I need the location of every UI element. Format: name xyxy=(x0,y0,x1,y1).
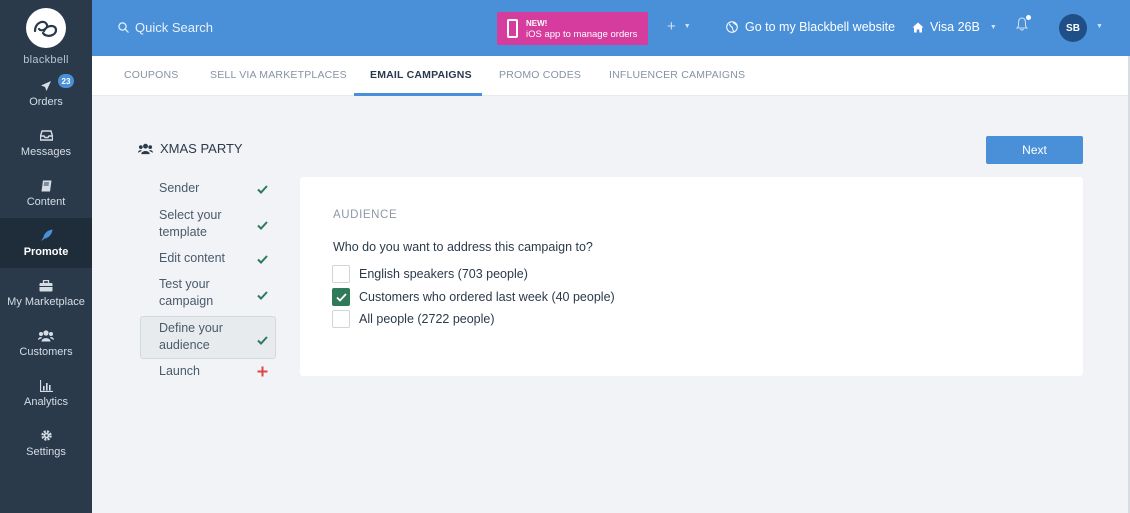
tab-sell-via-marketplaces[interactable]: SELL VIA MARKETPLACES xyxy=(210,69,347,81)
sidebar: blackbell Orders 23 Messages Content Pro… xyxy=(0,0,92,513)
sidebar-item-label: Orders xyxy=(29,95,63,108)
store-name: Visa 26B xyxy=(930,20,980,34)
tab-influencer-campaigns[interactable]: INFLUENCER CAMPAIGNS xyxy=(609,69,745,81)
ios-app-promo-button[interactable]: NEW! iOS app to manage orders xyxy=(497,12,648,45)
brand-logo[interactable]: blackbell xyxy=(0,0,92,68)
users-icon xyxy=(138,143,153,154)
go-to-website-link[interactable]: Go to my Blackbell website xyxy=(726,20,895,34)
checkbox[interactable] xyxy=(332,310,350,328)
audience-question: Who do you want to address this campaign… xyxy=(333,240,593,254)
sidebar-item-analytics[interactable]: Analytics xyxy=(0,368,92,418)
search-icon xyxy=(118,22,129,33)
notification-dot xyxy=(1026,15,1031,20)
users-icon xyxy=(38,329,54,343)
search-placeholder: Quick Search xyxy=(135,20,214,35)
notifications-button[interactable] xyxy=(1016,15,1031,36)
sidebar-item-my-marketplace[interactable]: My Marketplace xyxy=(0,268,92,318)
store-selector[interactable]: Visa 26B ▼ xyxy=(912,20,997,34)
checkbox[interactable] xyxy=(332,265,350,283)
campaign-name: XMAS PARTY xyxy=(160,141,243,156)
audience-option-all-people[interactable]: All people (2722 people) xyxy=(332,310,495,328)
check-icon xyxy=(257,288,268,305)
step-label: Launch xyxy=(159,364,201,378)
sidebar-item-messages[interactable]: Messages xyxy=(0,118,92,168)
tab-promo-codes[interactable]: PROMO CODES xyxy=(499,69,581,81)
sidebar-item-promote[interactable]: Promote xyxy=(0,218,92,268)
check-icon xyxy=(257,333,268,350)
send-icon xyxy=(40,79,52,93)
globe-icon xyxy=(726,21,738,33)
briefcase-icon xyxy=(39,279,53,293)
gear-icon xyxy=(40,429,53,443)
sidebar-item-label: My Marketplace xyxy=(7,295,85,308)
option-label: Customers who ordered last week (40 peop… xyxy=(359,290,615,304)
next-button[interactable]: Next xyxy=(986,136,1083,164)
top-bar: Quick Search NEW! iOS app to manage orde… xyxy=(92,0,1130,56)
campaign-title: XMAS PARTY xyxy=(138,141,243,156)
active-tab-indicator xyxy=(354,93,482,96)
step-test-campaign[interactable]: Test your campaign xyxy=(140,276,276,312)
bar-chart-icon xyxy=(39,379,53,393)
phone-icon xyxy=(507,19,518,38)
option-label: English speakers (703 people) xyxy=(359,267,528,281)
audience-option-english-speakers[interactable]: English speakers (703 people) xyxy=(332,265,528,283)
sidebar-item-customers[interactable]: Customers xyxy=(0,318,92,368)
step-edit-content[interactable]: Edit content xyxy=(140,250,276,268)
sidebar-item-label: Content xyxy=(26,195,66,208)
inbox-icon xyxy=(39,129,53,143)
step-label: Define your audience xyxy=(159,321,223,352)
step-select-template[interactable]: Select your template xyxy=(140,207,276,243)
promo-new-label: NEW! xyxy=(526,18,548,28)
add-menu-button[interactable]: + ▼ xyxy=(667,18,691,35)
check-icon xyxy=(257,182,268,199)
step-label: Edit content xyxy=(159,251,226,265)
audience-option-last-week-customers[interactable]: Customers who ordered last week (40 peop… xyxy=(332,288,615,306)
option-label: All people (2722 people) xyxy=(359,312,495,326)
avatar[interactable]: SB xyxy=(1059,14,1087,42)
sidebar-item-content[interactable]: Content xyxy=(0,168,92,218)
promo-text: iOS app to manage orders xyxy=(526,28,638,40)
rocket-icon xyxy=(40,229,53,243)
step-define-audience[interactable]: Define your audience xyxy=(140,316,276,359)
book-icon xyxy=(41,179,52,193)
plus-missing-icon xyxy=(257,365,268,382)
home-icon xyxy=(912,22,924,32)
chevron-down-icon: ▼ xyxy=(989,23,997,31)
quick-search[interactable]: Quick Search xyxy=(118,20,213,35)
sidebar-item-label: Settings xyxy=(26,445,66,458)
go-to-website-label: Go to my Blackbell website xyxy=(745,20,896,34)
sidebar-item-label: Promote xyxy=(23,245,69,258)
audience-section-title: AUDIENCE xyxy=(333,209,398,221)
tab-coupons[interactable]: COUPONS xyxy=(124,69,179,81)
plus-icon: + xyxy=(667,18,676,35)
sidebar-item-settings[interactable]: Settings xyxy=(0,418,92,468)
sidebar-item-label: Analytics xyxy=(23,395,69,408)
orders-count-badge: 23 xyxy=(58,74,74,88)
check-icon xyxy=(257,252,268,269)
step-launch[interactable]: Launch xyxy=(140,363,276,381)
tab-email-campaigns[interactable]: EMAIL CAMPAIGNS xyxy=(370,69,472,81)
checkbox[interactable] xyxy=(332,288,350,306)
chevron-down-icon: ▼ xyxy=(683,23,691,30)
step-label: Select your template xyxy=(159,208,222,239)
chevron-down-icon[interactable]: ▼ xyxy=(1096,23,1103,30)
sidebar-item-orders[interactable]: Orders 23 xyxy=(0,68,92,118)
step-label: Test your campaign xyxy=(159,277,214,308)
sidebar-item-label: Messages xyxy=(20,145,72,158)
audience-card: AUDIENCE Who do you want to address this… xyxy=(300,177,1083,376)
logo-mark-icon xyxy=(26,8,66,48)
step-sender[interactable]: Sender xyxy=(140,180,276,198)
promote-tabs: COUPONS SELL VIA MARKETPLACES EMAIL CAMP… xyxy=(92,56,1128,96)
brand-name: blackbell xyxy=(23,54,69,66)
check-icon xyxy=(335,292,347,302)
check-icon xyxy=(257,218,268,235)
sidebar-item-label: Customers xyxy=(19,345,73,358)
step-label: Sender xyxy=(159,181,200,195)
